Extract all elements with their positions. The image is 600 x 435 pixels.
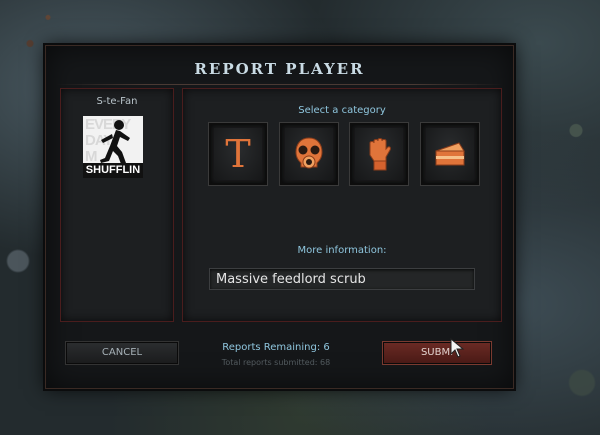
player-avatar: EVERY DAY M SHUFFLIN — [83, 116, 143, 178]
cancel-button[interactable]: CANCEL — [66, 342, 178, 364]
category-option-gas-mask[interactable] — [280, 123, 338, 185]
mouse-cursor-icon — [450, 338, 465, 358]
category-option-fist[interactable] — [350, 123, 408, 185]
report-player-dialog: REPORT PLAYER S-te-Fan EVERY DAY M SHUFFLI… — [45, 45, 514, 389]
reports-remaining: Reports Remaining: 6 — [222, 342, 330, 353]
player-panel: S-te-Fan EVERY DAY M SHUFFLIN — [60, 88, 174, 322]
letter-t-icon: T — [225, 132, 251, 176]
raised-fist-icon — [369, 138, 391, 171]
cake-slice-icon — [435, 142, 465, 166]
submit-button[interactable]: SUBMI — [383, 342, 491, 364]
title-divider — [56, 84, 503, 85]
category-label: Select a category — [298, 105, 386, 116]
gas-mask-icon — [295, 137, 323, 169]
report-details-panel: Select a category T More information: Ma… — [182, 88, 502, 322]
dialog-title: REPORT PLAYER — [194, 60, 365, 78]
avatar-shufflin-banner: SHUFFLIN — [83, 163, 143, 178]
more-information-input[interactable] — [209, 268, 475, 290]
player-name: S-te-Fan — [96, 96, 138, 107]
category-option-cake[interactable] — [421, 123, 479, 185]
total-reports-submitted: Total reports submitted: 68 — [221, 358, 331, 367]
more-information-label: More information: — [297, 245, 387, 256]
category-option-t[interactable]: T — [209, 123, 267, 185]
